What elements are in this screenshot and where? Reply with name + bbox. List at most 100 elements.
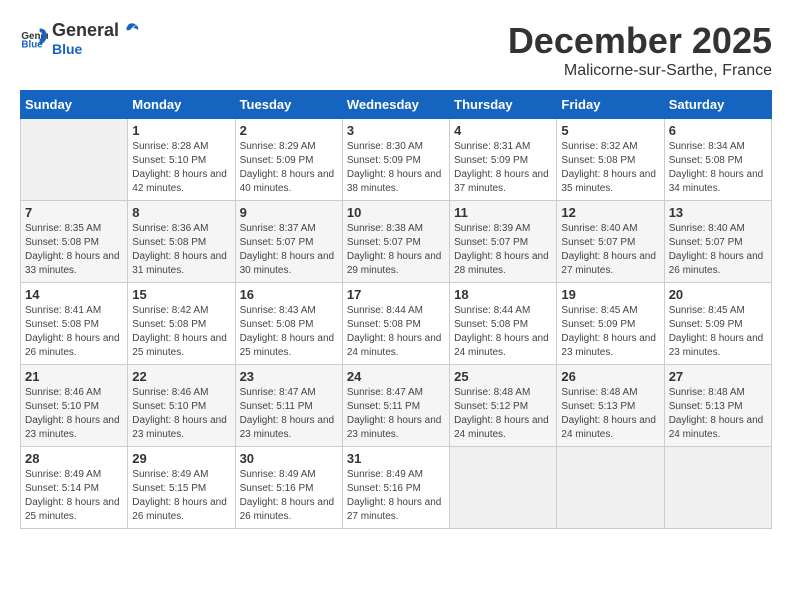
calendar-cell: 17 Sunrise: 8:44 AM Sunset: 5:08 PM Dayl… — [342, 283, 449, 365]
day-info: Sunrise: 8:38 AM Sunset: 5:07 PM Dayligh… — [347, 222, 445, 278]
day-number: 1 — [132, 123, 230, 138]
header-wednesday: Wednesday — [342, 91, 449, 119]
calendar-cell: 1 Sunrise: 8:28 AM Sunset: 5:10 PM Dayli… — [128, 119, 235, 201]
day-number: 21 — [25, 369, 123, 384]
calendar-week-row: 1 Sunrise: 8:28 AM Sunset: 5:10 PM Dayli… — [21, 119, 772, 201]
header-thursday: Thursday — [450, 91, 557, 119]
day-number: 4 — [454, 123, 552, 138]
calendar-cell: 2 Sunrise: 8:29 AM Sunset: 5:09 PM Dayli… — [235, 119, 342, 201]
logo-general-text: General — [52, 20, 119, 41]
calendar-cell: 31 Sunrise: 8:49 AM Sunset: 5:16 PM Dayl… — [342, 447, 449, 529]
day-info: Sunrise: 8:40 AM Sunset: 5:07 PM Dayligh… — [669, 222, 767, 278]
calendar-cell: 4 Sunrise: 8:31 AM Sunset: 5:09 PM Dayli… — [450, 119, 557, 201]
calendar-cell: 13 Sunrise: 8:40 AM Sunset: 5:07 PM Dayl… — [664, 201, 771, 283]
header-saturday: Saturday — [664, 91, 771, 119]
day-info: Sunrise: 8:36 AM Sunset: 5:08 PM Dayligh… — [132, 222, 230, 278]
month-title: December 2025 — [508, 20, 772, 62]
day-number: 16 — [240, 287, 338, 302]
title-section: December 2025 Malicorne-sur-Sarthe, Fran… — [508, 20, 772, 80]
day-number: 11 — [454, 205, 552, 220]
calendar-cell: 18 Sunrise: 8:44 AM Sunset: 5:08 PM Dayl… — [450, 283, 557, 365]
day-info: Sunrise: 8:48 AM Sunset: 5:13 PM Dayligh… — [669, 386, 767, 442]
calendar-cell — [557, 447, 664, 529]
day-info: Sunrise: 8:31 AM Sunset: 5:09 PM Dayligh… — [454, 140, 552, 196]
calendar-cell: 8 Sunrise: 8:36 AM Sunset: 5:08 PM Dayli… — [128, 201, 235, 283]
day-number: 15 — [132, 287, 230, 302]
calendar-cell: 9 Sunrise: 8:37 AM Sunset: 5:07 PM Dayli… — [235, 201, 342, 283]
calendar-cell — [21, 119, 128, 201]
header-monday: Monday — [128, 91, 235, 119]
calendar-cell: 6 Sunrise: 8:34 AM Sunset: 5:08 PM Dayli… — [664, 119, 771, 201]
day-info: Sunrise: 8:43 AM Sunset: 5:08 PM Dayligh… — [240, 304, 338, 360]
calendar-cell: 29 Sunrise: 8:49 AM Sunset: 5:15 PM Dayl… — [128, 447, 235, 529]
calendar-cell: 15 Sunrise: 8:42 AM Sunset: 5:08 PM Dayl… — [128, 283, 235, 365]
logo-bird-icon — [119, 21, 139, 41]
day-number: 10 — [347, 205, 445, 220]
day-info: Sunrise: 8:30 AM Sunset: 5:09 PM Dayligh… — [347, 140, 445, 196]
calendar-cell: 11 Sunrise: 8:39 AM Sunset: 5:07 PM Dayl… — [450, 201, 557, 283]
day-number: 28 — [25, 451, 123, 466]
calendar-cell: 21 Sunrise: 8:46 AM Sunset: 5:10 PM Dayl… — [21, 365, 128, 447]
day-info: Sunrise: 8:47 AM Sunset: 5:11 PM Dayligh… — [347, 386, 445, 442]
calendar-cell — [450, 447, 557, 529]
day-info: Sunrise: 8:49 AM Sunset: 5:14 PM Dayligh… — [25, 468, 123, 524]
day-number: 30 — [240, 451, 338, 466]
day-info: Sunrise: 8:46 AM Sunset: 5:10 PM Dayligh… — [132, 386, 230, 442]
day-info: Sunrise: 8:48 AM Sunset: 5:12 PM Dayligh… — [454, 386, 552, 442]
day-number: 31 — [347, 451, 445, 466]
day-info: Sunrise: 8:46 AM Sunset: 5:10 PM Dayligh… — [25, 386, 123, 442]
calendar-cell: 10 Sunrise: 8:38 AM Sunset: 5:07 PM Dayl… — [342, 201, 449, 283]
day-info: Sunrise: 8:32 AM Sunset: 5:08 PM Dayligh… — [561, 140, 659, 196]
calendar-cell: 16 Sunrise: 8:43 AM Sunset: 5:08 PM Dayl… — [235, 283, 342, 365]
calendar-week-row: 21 Sunrise: 8:46 AM Sunset: 5:10 PM Dayl… — [21, 365, 772, 447]
day-number: 19 — [561, 287, 659, 302]
day-info: Sunrise: 8:45 AM Sunset: 5:09 PM Dayligh… — [669, 304, 767, 360]
day-number: 13 — [669, 205, 767, 220]
calendar-header-row: SundayMondayTuesdayWednesdayThursdayFrid… — [21, 91, 772, 119]
day-info: Sunrise: 8:40 AM Sunset: 5:07 PM Dayligh… — [561, 222, 659, 278]
calendar-cell: 23 Sunrise: 8:47 AM Sunset: 5:11 PM Dayl… — [235, 365, 342, 447]
day-number: 6 — [669, 123, 767, 138]
day-info: Sunrise: 8:35 AM Sunset: 5:08 PM Dayligh… — [25, 222, 123, 278]
header-tuesday: Tuesday — [235, 91, 342, 119]
calendar-cell: 14 Sunrise: 8:41 AM Sunset: 5:08 PM Dayl… — [21, 283, 128, 365]
logo: General Blue General Blue — [20, 20, 139, 57]
calendar-week-row: 14 Sunrise: 8:41 AM Sunset: 5:08 PM Dayl… — [21, 283, 772, 365]
day-info: Sunrise: 8:37 AM Sunset: 5:07 PM Dayligh… — [240, 222, 338, 278]
day-info: Sunrise: 8:47 AM Sunset: 5:11 PM Dayligh… — [240, 386, 338, 442]
logo-icon: General Blue — [20, 25, 48, 53]
day-number: 23 — [240, 369, 338, 384]
day-info: Sunrise: 8:41 AM Sunset: 5:08 PM Dayligh… — [25, 304, 123, 360]
calendar-cell: 22 Sunrise: 8:46 AM Sunset: 5:10 PM Dayl… — [128, 365, 235, 447]
day-number: 22 — [132, 369, 230, 384]
calendar-cell: 7 Sunrise: 8:35 AM Sunset: 5:08 PM Dayli… — [21, 201, 128, 283]
day-info: Sunrise: 8:34 AM Sunset: 5:08 PM Dayligh… — [669, 140, 767, 196]
day-number: 17 — [347, 287, 445, 302]
day-number: 5 — [561, 123, 659, 138]
day-number: 25 — [454, 369, 552, 384]
day-info: Sunrise: 8:44 AM Sunset: 5:08 PM Dayligh… — [454, 304, 552, 360]
day-number: 27 — [669, 369, 767, 384]
day-number: 2 — [240, 123, 338, 138]
day-number: 18 — [454, 287, 552, 302]
calendar-cell — [664, 447, 771, 529]
day-info: Sunrise: 8:45 AM Sunset: 5:09 PM Dayligh… — [561, 304, 659, 360]
day-info: Sunrise: 8:49 AM Sunset: 5:16 PM Dayligh… — [240, 468, 338, 524]
calendar-cell: 12 Sunrise: 8:40 AM Sunset: 5:07 PM Dayl… — [557, 201, 664, 283]
calendar-cell: 26 Sunrise: 8:48 AM Sunset: 5:13 PM Dayl… — [557, 365, 664, 447]
calendar-cell: 25 Sunrise: 8:48 AM Sunset: 5:12 PM Dayl… — [450, 365, 557, 447]
logo-blue-text: Blue — [52, 41, 139, 57]
svg-text:Blue: Blue — [21, 39, 43, 50]
day-info: Sunrise: 8:49 AM Sunset: 5:15 PM Dayligh… — [132, 468, 230, 524]
header-friday: Friday — [557, 91, 664, 119]
day-number: 26 — [561, 369, 659, 384]
calendar-cell: 5 Sunrise: 8:32 AM Sunset: 5:08 PM Dayli… — [557, 119, 664, 201]
day-number: 20 — [669, 287, 767, 302]
calendar-cell: 19 Sunrise: 8:45 AM Sunset: 5:09 PM Dayl… — [557, 283, 664, 365]
day-info: Sunrise: 8:28 AM Sunset: 5:10 PM Dayligh… — [132, 140, 230, 196]
header-sunday: Sunday — [21, 91, 128, 119]
day-info: Sunrise: 8:29 AM Sunset: 5:09 PM Dayligh… — [240, 140, 338, 196]
day-info: Sunrise: 8:39 AM Sunset: 5:07 PM Dayligh… — [454, 222, 552, 278]
day-number: 12 — [561, 205, 659, 220]
day-info: Sunrise: 8:44 AM Sunset: 5:08 PM Dayligh… — [347, 304, 445, 360]
